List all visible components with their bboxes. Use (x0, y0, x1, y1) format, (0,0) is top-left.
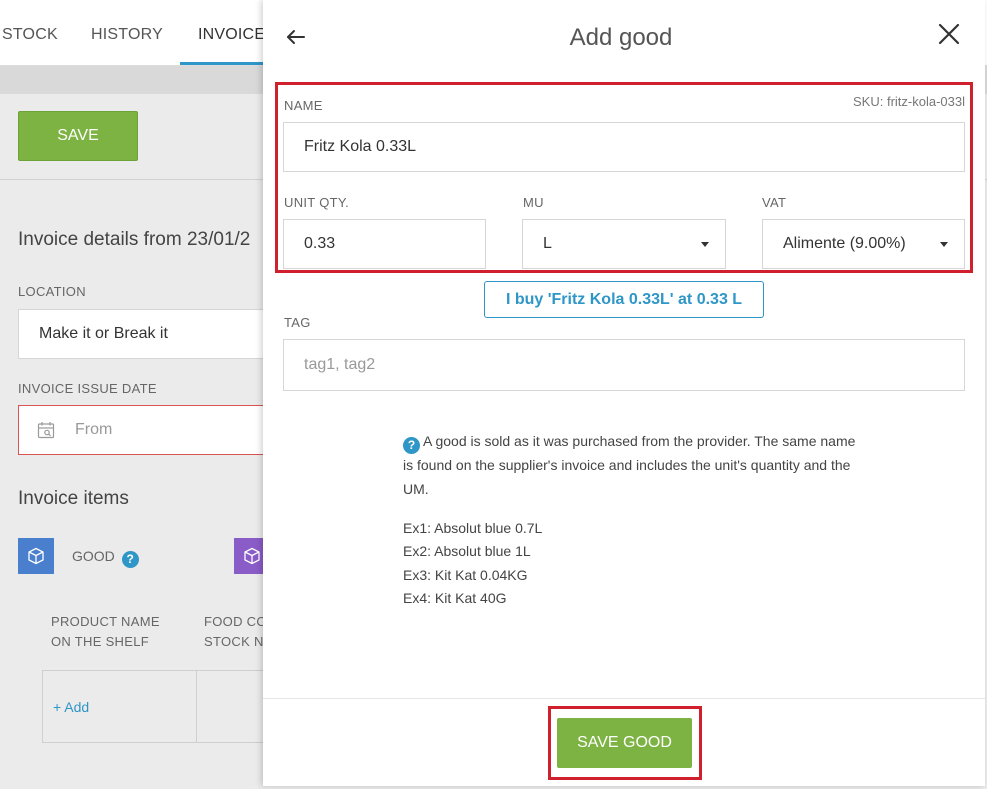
mu-select[interactable]: L (522, 219, 726, 269)
unit-qty-label: UNIT QTY. (284, 195, 350, 210)
example-item: Ex1: Absolut blue 0.7L (403, 520, 543, 536)
vat-select-value: Alimente (9.00%) (783, 235, 906, 252)
info-text: ? A good is sold as it was purchased from… (403, 430, 863, 501)
info-description: A good is sold as it was purchased from … (403, 433, 856, 497)
footer-divider (263, 698, 985, 699)
vat-select[interactable]: Alimente (9.00%) (762, 219, 965, 269)
issue-date-label: INVOICE ISSUE DATE (18, 381, 157, 396)
tab-stock[interactable]: STOCK (2, 26, 58, 44)
example-item: Ex2: Absolut blue 1L (403, 543, 531, 560)
invoice-items-heading: Invoice items (18, 488, 129, 509)
package-icon (244, 547, 260, 565)
save-good-button[interactable]: SAVE GOOD (557, 718, 692, 768)
help-icon: ? (403, 437, 420, 455)
tag-label: TAG (284, 315, 311, 330)
caret-down-icon (940, 242, 948, 247)
save-button[interactable]: SAVE (18, 111, 138, 161)
issue-date-placeholder: From (75, 421, 113, 438)
example-item: Ex3: Kit Kat 0.04KG (403, 566, 528, 583)
column-header-product-name: PRODUCT NAME ON THE SHELF (51, 614, 160, 649)
mu-select-value: L (543, 235, 552, 252)
location-label: LOCATION (18, 284, 86, 299)
tab-invoice[interactable]: INVOICE (198, 26, 265, 44)
good-label-text: GOOD (72, 548, 115, 564)
mu-label: MU (523, 195, 544, 210)
help-icon[interactable]: ? (121, 550, 139, 568)
add-item-link[interactable]: + Add (53, 699, 89, 715)
package-icon (28, 547, 44, 565)
sku-label: SKU: fritz-kola-033l (853, 94, 965, 109)
tag-input[interactable]: tag1, tag2 (283, 339, 965, 391)
vat-label: VAT (762, 195, 787, 210)
calendar-icon (37, 422, 55, 439)
invoice-details-heading: Invoice details from 23/01/2 (18, 229, 251, 250)
name-input[interactable]: Fritz Kola 0.33L (283, 122, 965, 172)
examples-list: Ex1: Absolut blue 0.7L Ex2: Absolut blue… (403, 517, 542, 610)
unit-qty-input[interactable]: 0.33 (283, 219, 486, 269)
example-item: Ex4: Kit Kat 40G (403, 589, 507, 606)
tab-history[interactable]: HISTORY (91, 26, 163, 44)
name-label: NAME (284, 98, 323, 113)
column-header-food-cost: FOOD CO STOCK N (204, 614, 267, 649)
modal-title: Add good (569, 24, 673, 51)
active-tab-indicator (180, 62, 264, 65)
table-divider (196, 671, 197, 742)
caret-down-icon (701, 242, 709, 247)
good-box-icon[interactable] (18, 538, 54, 574)
add-good-modal: Add good NAME SKU: fritz-kola-033l Fritz… (263, 0, 985, 786)
good-type-label[interactable]: GOOD ? (72, 548, 139, 568)
close-icon[interactable] (935, 20, 963, 48)
purchase-hint: I buy 'Fritz Kola 0.33L' at 0.33 L (484, 281, 764, 318)
